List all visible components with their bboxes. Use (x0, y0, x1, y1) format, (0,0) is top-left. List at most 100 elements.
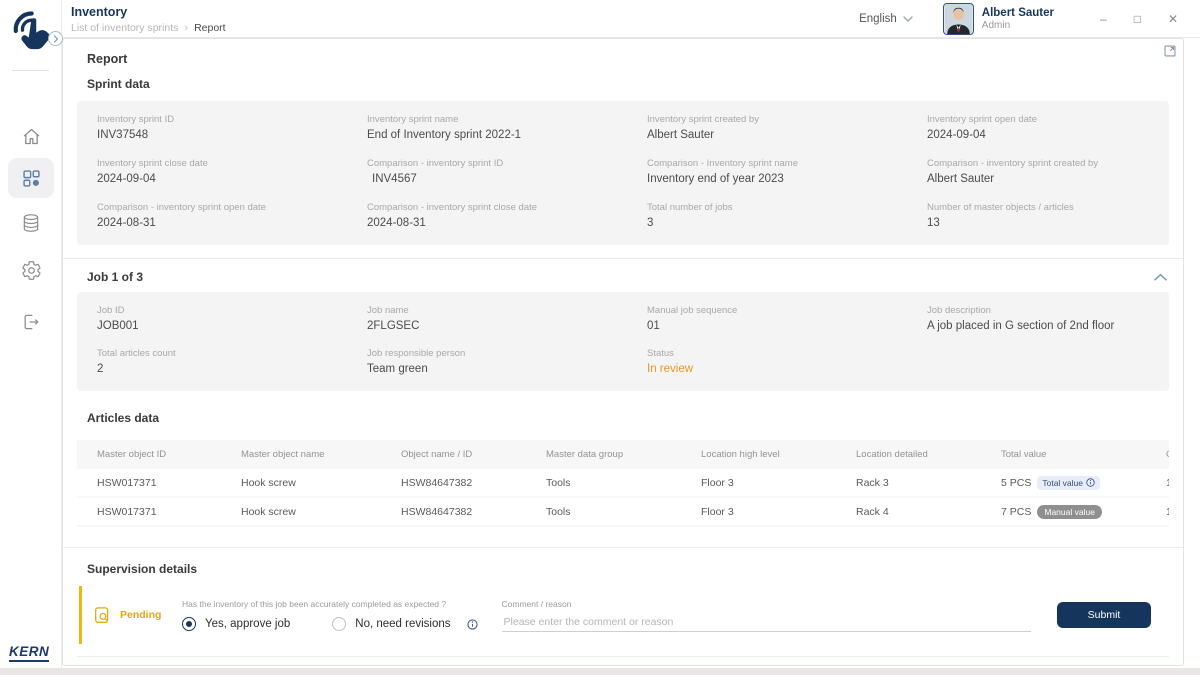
supervision-section: Supervision details Pending Has the inve… (63, 547, 1183, 644)
language-label: English (859, 13, 897, 25)
chevron-up-icon[interactable] (1154, 273, 1167, 281)
badge-label: Total value (1042, 478, 1083, 488)
sidebar-item-settings[interactable] (8, 250, 54, 290)
col-total-value: Total value (1001, 449, 1166, 460)
cell-object-name-id: HSW84647382 (401, 506, 546, 518)
field-value: JOB001 (97, 320, 367, 332)
radio-selected-icon[interactable] (182, 617, 196, 631)
language-selector[interactable]: English (859, 13, 913, 25)
field-manual-job-sequence: Manual job sequence01 (647, 305, 927, 332)
user-block[interactable]: Albert Sauter Admin (982, 7, 1054, 31)
col-truncated: Con (1166, 449, 1169, 460)
sidebar-expand-toggle[interactable] (48, 31, 63, 46)
minimize-icon[interactable]: – (1100, 13, 1107, 25)
field-job-description: Job descriptionA job placed in G section… (927, 305, 1149, 332)
info-icon[interactable] (467, 619, 478, 630)
col-master-object-name: Master object name (241, 449, 401, 460)
field-total-jobs: Total number of jobs3 (647, 202, 927, 229)
sidebar: KERN (0, 0, 62, 668)
total-value-qty: 5 PCS (1001, 477, 1031, 489)
sidebar-item-master-data[interactable] (8, 203, 54, 243)
comment-input[interactable] (502, 613, 1031, 632)
sidebar-item-logout[interactable] (8, 302, 54, 342)
cell-location-detail: Rack 4 (856, 506, 1001, 518)
articles-table: Master object ID Master object name Obje… (77, 440, 1169, 527)
col-location-detailed: Location detailed (856, 449, 1001, 460)
field-label: Manual job sequence (647, 305, 927, 316)
field-value: 2024-09-04 (97, 173, 367, 185)
cell-total-value: 5 PCS Total value (1001, 476, 1166, 490)
complete-sprint-button[interactable]: Complete inventory sprint (1081, 665, 1169, 666)
field-job-id: Job IDJOB001 (97, 305, 367, 332)
cell-master-object-id: HSW017371 (77, 477, 241, 489)
bottom-strip (0, 668, 1200, 675)
avatar[interactable] (943, 3, 974, 35)
col-master-object-id: Master object ID (77, 449, 241, 460)
sprint-data-heading: Sprint data (87, 77, 1159, 91)
total-value-qty: 7 PCS (1001, 506, 1031, 518)
sidebar-divider (12, 70, 49, 71)
submit-button[interactable]: Submit (1057, 602, 1151, 628)
pending-review-icon (94, 606, 111, 625)
field-comparison-sprint-name: Comparison - Inventory sprint nameInvent… (647, 158, 927, 185)
radio-yes-approve[interactable]: Yes, approve job (182, 617, 290, 631)
field-value: End of Inventory sprint 2022-1 (367, 129, 647, 141)
sprint-data-box: Inventory sprint IDINV37548 Inventory sp… (77, 101, 1169, 245)
sidebar-item-modules[interactable] (8, 158, 54, 198)
field-value: A job placed in G section of 2nd floor (927, 320, 1149, 332)
field-label: Number of master objects / articles (927, 202, 1149, 213)
cell-truncated: 12.0 (1166, 506, 1169, 518)
approve-all-jobs-button[interactable]: Approve all jobs & complete inventory sp… (875, 665, 1068, 666)
approval-radios: Yes, approve job No, need revisions (182, 617, 478, 631)
app-logo-touch-icon (8, 6, 52, 56)
radio-no-label: No, need revisions (355, 618, 450, 630)
sidebar-item-home[interactable] (8, 116, 54, 156)
field-inventory-sprint-id: Inventory sprint IDINV37548 (97, 114, 367, 141)
approval-question: Has the inventory of this job been accur… (182, 599, 478, 609)
table-row[interactable]: HSW017371 Hook screw HSW84647382 Tools F… (77, 469, 1169, 498)
articles-data-heading: Articles data (87, 411, 1159, 425)
field-value: 2024-09-04 (927, 129, 1149, 141)
window-controls: – □ ✕ (1100, 13, 1178, 25)
field-value: 13 (927, 217, 1149, 229)
col-master-data-group: Master data group (546, 449, 701, 460)
comment-block: Comment / reason (502, 599, 1047, 632)
breadcrumb-parent[interactable]: List of inventory sprints (71, 22, 178, 34)
field-job-name: Job name2FLGSEC (367, 305, 647, 332)
field-label: Comparison - inventory sprint ID (367, 158, 647, 169)
supervision-row: Pending Has the inventory of this job be… (79, 586, 1169, 644)
kern-brand-logo: KERN (9, 644, 49, 662)
pending-label: Pending (120, 609, 161, 621)
cell-master-object-name: Hook screw (241, 506, 401, 518)
cell-location-detail: Rack 3 (856, 477, 1001, 489)
report-panel: Report Sprint data Inventory sprint IDIN… (62, 38, 1184, 666)
database-icon (21, 213, 41, 233)
fullscreen-expand-icon[interactable] (1163, 44, 1177, 58)
field-label: Inventory sprint name (367, 114, 647, 125)
close-icon[interactable]: ✕ (1168, 13, 1178, 25)
articles-table-header: Master object ID Master object name Obje… (77, 440, 1169, 469)
radio-yes-label: Yes, approve job (205, 618, 290, 630)
table-row[interactable]: HSW017371 Hook screw HSW84647382 Tools F… (77, 498, 1169, 527)
info-icon[interactable] (1086, 478, 1095, 487)
field-value: 2024-08-31 (97, 217, 367, 229)
job-section-header[interactable]: Job 1 of 3 (63, 258, 1183, 284)
cell-master-data-group: Tools (546, 506, 701, 518)
radio-no-revisions[interactable]: No, need revisions (332, 617, 477, 631)
approval-block: Has the inventory of this job been accur… (182, 599, 478, 631)
total-value-badge[interactable]: Total value (1037, 476, 1100, 490)
field-label: Total articles count (97, 348, 367, 359)
supervision-heading: Supervision details (87, 562, 1159, 576)
field-comparison-sprint-id: Comparison - inventory sprint ID INV4567 (367, 158, 647, 185)
radio-unselected-icon[interactable] (332, 617, 346, 631)
field-value: INV4567 (367, 173, 647, 185)
field-value: Team green (367, 363, 647, 375)
field-label: Inventory sprint open date (927, 114, 1149, 125)
user-name: Albert Sauter (982, 7, 1054, 19)
field-value: Inventory end of year 2023 (647, 173, 927, 185)
field-label: Job name (367, 305, 647, 316)
field-job-status: StatusIn review (647, 348, 927, 375)
field-comparison-close-date: Comparison - inventory sprint close date… (367, 202, 647, 229)
maximize-icon[interactable]: □ (1134, 13, 1141, 25)
topbar: Inventory List of inventory sprints › Re… (62, 0, 1200, 38)
